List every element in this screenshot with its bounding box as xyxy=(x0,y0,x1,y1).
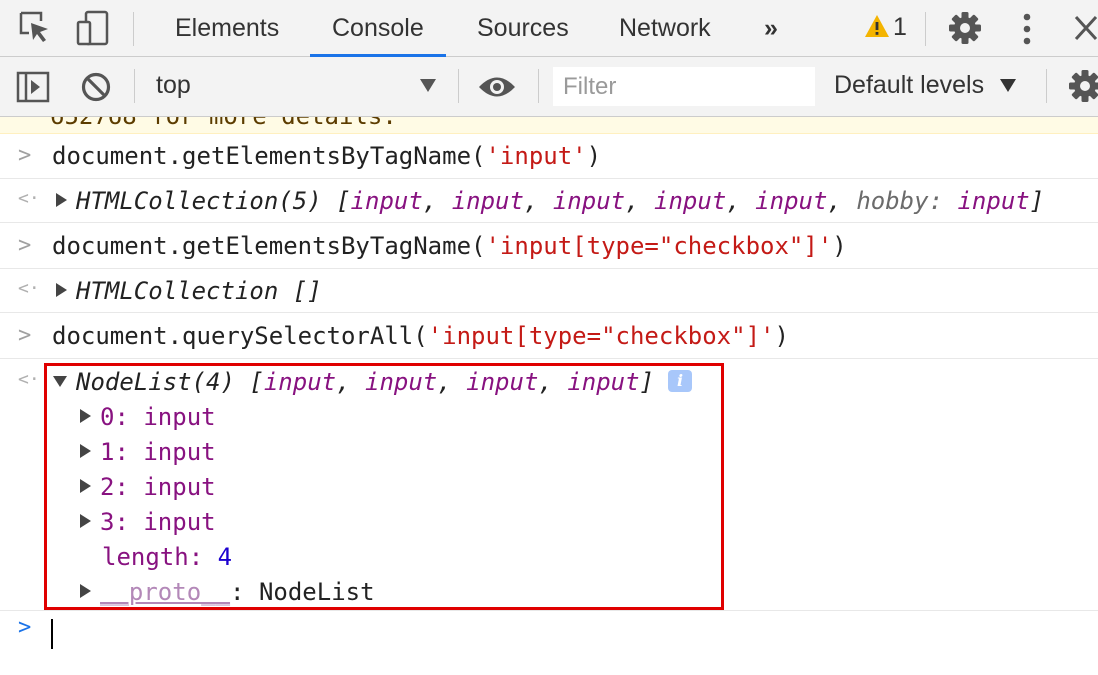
result-arrow-icon: <· xyxy=(18,188,40,209)
close-icon[interactable] xyxy=(1074,15,1098,45)
toolbar-divider xyxy=(925,12,926,46)
warning-icon[interactable] xyxy=(864,14,890,42)
kebab-menu-icon[interactable] xyxy=(1020,12,1034,50)
dropdown-arrow-icon[interactable] xyxy=(1000,79,1016,92)
console-toolbar: top Default levels xyxy=(0,57,1098,117)
filter-input[interactable] xyxy=(553,67,815,106)
console-result-row: <· HTMLCollection [] xyxy=(0,269,1098,313)
result-arrow-icon: <· xyxy=(18,278,40,299)
result-arrow-icon: <· xyxy=(18,369,40,390)
highlight-annotation-box xyxy=(44,363,724,610)
divider xyxy=(0,610,1098,611)
devtools-tab-bar: Elements Console Sources Network » 1 xyxy=(0,0,1098,57)
more-tabs-icon[interactable]: » xyxy=(742,0,800,56)
toolbar-divider xyxy=(458,69,459,103)
warning-count[interactable]: 1 xyxy=(893,13,907,42)
command-text[interactable]: document.querySelectorAll('input[type="c… xyxy=(52,322,789,350)
command-text[interactable]: document.getElementsByTagName('input') xyxy=(52,142,601,170)
console-input-row: > document.getElementsByTagName('input') xyxy=(0,133,1098,179)
device-toggle-icon[interactable] xyxy=(76,10,110,50)
settings-gear-icon[interactable] xyxy=(948,11,982,49)
sidebar-toggle-icon[interactable] xyxy=(16,71,50,107)
toolbar-divider xyxy=(134,69,135,103)
html-collection-result[interactable]: HTMLCollection(5) [input, input, input, … xyxy=(56,187,1044,215)
console-input-caret[interactable] xyxy=(51,619,53,649)
console-result-row: <· HTMLCollection(5) [input, input, inpu… xyxy=(0,179,1098,223)
prompt-chevron-icon: > xyxy=(18,143,32,168)
tab-sources[interactable]: Sources xyxy=(455,0,591,56)
expand-triangle-icon[interactable] xyxy=(56,283,67,297)
clear-console-icon[interactable] xyxy=(80,71,112,107)
console-input-row: > document.querySelectorAll('input[type=… xyxy=(0,313,1098,359)
dropdown-arrow-icon[interactable] xyxy=(420,79,436,92)
context-selector[interactable]: top xyxy=(156,71,191,100)
inspect-element-icon[interactable] xyxy=(18,10,52,48)
warning-message: 652768 for more details. xyxy=(0,117,1098,134)
tab-network[interactable]: Network xyxy=(597,0,733,56)
prompt-chevron-icon: > xyxy=(18,233,32,258)
toolbar-divider xyxy=(133,12,134,46)
toolbar-divider xyxy=(1046,69,1047,103)
prompt-chevron-icon: > xyxy=(18,323,32,348)
active-prompt-icon: > xyxy=(18,615,32,640)
console-log: 652768 for more details. > document.getE… xyxy=(0,117,1098,675)
settings-gear-icon[interactable] xyxy=(1068,69,1098,107)
toolbar-divider xyxy=(538,69,539,103)
default-levels-dropdown[interactable]: Default levels xyxy=(834,71,984,100)
console-input-row: > document.getElementsByTagName('input[t… xyxy=(0,223,1098,269)
expand-triangle-icon[interactable] xyxy=(56,193,67,207)
warning-text: 652768 for more details. xyxy=(50,117,397,130)
tab-elements[interactable]: Elements xyxy=(153,0,301,56)
eye-icon[interactable] xyxy=(478,74,516,104)
tab-console[interactable]: Console xyxy=(310,0,446,57)
empty-collection-result[interactable]: HTMLCollection [] xyxy=(56,277,322,305)
command-text[interactable]: document.getElementsByTagName('input[typ… xyxy=(52,232,847,260)
